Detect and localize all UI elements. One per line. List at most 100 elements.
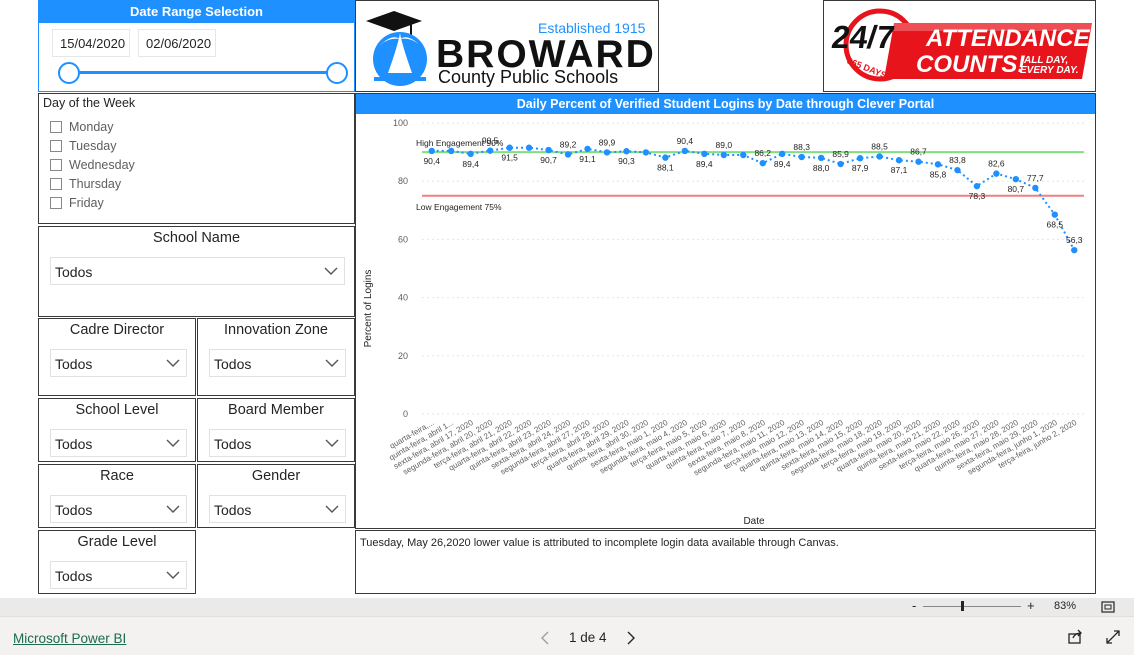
school-name-title: School Name <box>152 230 241 246</box>
dow-option-monday[interactable]: Monday <box>50 120 113 134</box>
data-label: 88,1 <box>657 163 674 173</box>
reference-line-label: Low Engagement 75% <box>416 202 502 212</box>
board-member-title: Board Member <box>228 402 324 418</box>
data-label: 88,0 <box>813 163 830 173</box>
fit-to-page-icon[interactable] <box>1101 601 1115 613</box>
zoom-slider-handle[interactable] <box>961 601 964 611</box>
start-date-input[interactable]: 15/04/2020 <box>52 29 130 57</box>
gender-title: Gender <box>251 468 301 484</box>
dow-label: Wednesday <box>69 158 135 172</box>
grade-level-dropdown[interactable]: Todos <box>50 561 187 589</box>
cadre-director-slicer: Cadre Director Todos <box>38 318 196 396</box>
innovation-zone-dropdown[interactable]: Todos <box>209 349 346 377</box>
data-point <box>486 147 494 154</box>
school-level-slicer: School Level Todos <box>38 398 196 462</box>
dow-label: Thursday <box>69 177 122 191</box>
attendance-247: 24/7 <box>829 19 897 55</box>
y-axis-title: Percent of Logins <box>363 270 374 348</box>
data-point <box>642 149 650 156</box>
note-text: Tuesday, May 26,2020 lower value is attr… <box>360 537 839 549</box>
data-point <box>817 154 825 162</box>
data-label: 91,5 <box>501 153 518 163</box>
y-tick-label: 0 <box>403 409 408 419</box>
checkbox-icon[interactable] <box>50 159 62 171</box>
data-point <box>798 153 805 161</box>
data-label: 88,3 <box>793 142 810 152</box>
data-label: 87,1 <box>891 165 908 175</box>
dow-option-friday[interactable]: Friday <box>50 196 104 210</box>
zoom-level: 83% <box>1054 600 1077 612</box>
data-label: 56,3 <box>1066 235 1083 245</box>
data-label: 86,2 <box>754 148 771 158</box>
data-label: 86,7 <box>910 147 927 157</box>
dow-option-tuesday[interactable]: Tuesday <box>50 139 116 153</box>
powerbi-footer: Microsoft Power BI 1 de 4 <box>0 616 1134 655</box>
gender-dropdown[interactable]: Todos <box>209 495 346 523</box>
data-point <box>623 148 630 155</box>
chevron-down-icon <box>325 359 339 367</box>
checkbox-icon[interactable] <box>50 197 62 209</box>
data-point <box>779 150 786 158</box>
end-date-input[interactable]: 02/06/2020 <box>138 29 216 57</box>
note-box: Tuesday, May 26,2020 lower value is attr… <box>355 530 1096 594</box>
fullscreen-icon[interactable] <box>1105 629 1121 645</box>
date-slider-track[interactable] <box>68 71 336 74</box>
attendance-line2: COUNTS! <box>916 51 1026 78</box>
gender-slicer: Gender Todos <box>197 464 355 528</box>
checkbox-icon[interactable] <box>50 140 62 152</box>
data-point <box>681 147 689 155</box>
data-point <box>876 153 883 160</box>
zoom-slider-track[interactable] <box>923 606 1021 607</box>
data-label: 87,9 <box>852 163 869 173</box>
data-point <box>1071 246 1078 254</box>
data-label: 68,5 <box>1047 220 1064 230</box>
powerbi-link[interactable]: Microsoft Power BI <box>13 631 126 646</box>
date-slider-end-handle[interactable] <box>326 62 348 84</box>
date-slider-start-handle[interactable] <box>58 62 80 84</box>
dow-option-wednesday[interactable]: Wednesday <box>50 158 135 172</box>
dropdown-value: Todos <box>55 502 93 518</box>
prev-page-icon[interactable] <box>540 631 550 645</box>
data-point <box>603 149 611 156</box>
report-page: Date Range Selection 15/04/2020 02/06/20… <box>0 0 1134 598</box>
zoom-in-button[interactable]: + <box>1027 598 1035 613</box>
cadre-director-dropdown[interactable]: Todos <box>50 349 187 377</box>
data-point <box>564 151 572 158</box>
chevron-down-icon <box>166 359 180 367</box>
school-name-dropdown[interactable]: Todos <box>50 257 345 285</box>
y-tick-label: 60 <box>398 234 408 244</box>
checkbox-icon[interactable] <box>50 121 62 133</box>
y-tick-label: 40 <box>398 293 408 303</box>
data-label: 90,3 <box>618 156 635 166</box>
dow-label: Monday <box>69 120 114 134</box>
share-icon[interactable] <box>1067 629 1083 645</box>
race-dropdown[interactable]: Todos <box>50 495 187 523</box>
dropdown-value: Todos <box>55 568 93 584</box>
data-point <box>584 145 591 153</box>
zoom-out-button[interactable]: - <box>912 598 916 613</box>
x-axis-title: Date <box>743 516 765 527</box>
data-point <box>1012 175 1020 183</box>
next-page-icon[interactable] <box>626 631 636 645</box>
board-member-dropdown[interactable]: Todos <box>209 429 346 457</box>
data-point <box>740 151 747 159</box>
school-level-dropdown[interactable]: Todos <box>50 429 187 457</box>
data-point <box>759 159 766 167</box>
dropdown-value: Todos <box>55 356 93 372</box>
dropdown-value: Todos <box>214 356 252 372</box>
data-point <box>1051 211 1058 218</box>
dow-option-thursday[interactable]: Thursday <box>50 177 121 191</box>
line-chart[interactable]: 020406080100High Engagement 90%Low Engag… <box>356 114 1095 528</box>
race-slicer: Race Todos <box>38 464 196 528</box>
data-point <box>973 182 981 190</box>
y-tick-label: 100 <box>393 118 408 128</box>
data-label: 82,6 <box>988 159 1005 169</box>
chevron-down-icon <box>325 505 339 513</box>
day-of-week-slicer: Day of the Week Monday Tuesday Wednesday… <box>38 93 355 224</box>
dropdown-value: Todos <box>55 264 93 280</box>
chevron-down-icon <box>166 439 180 447</box>
data-label: 90,7 <box>540 155 557 165</box>
chevron-down-icon <box>166 505 180 513</box>
data-label: 83,8 <box>949 155 966 165</box>
checkbox-icon[interactable] <box>50 178 62 190</box>
